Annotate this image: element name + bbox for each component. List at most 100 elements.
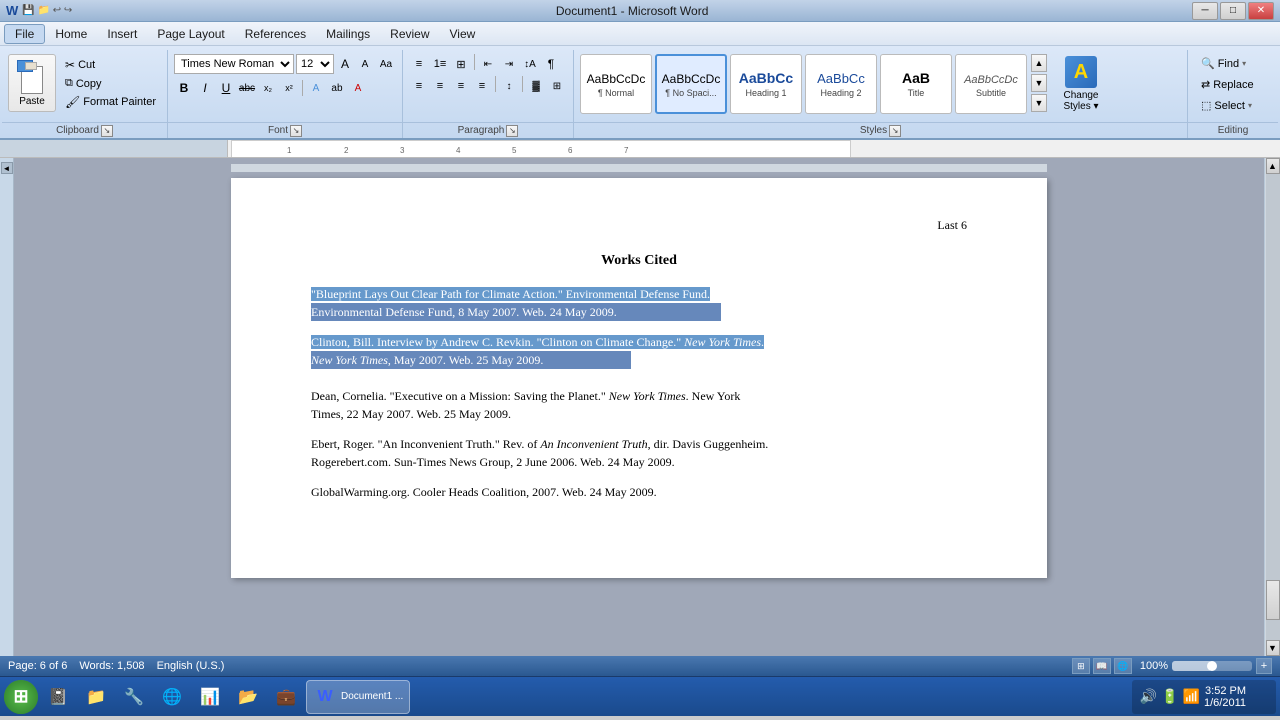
text-highlight-button[interactable]: ab <box>327 78 347 98</box>
clipboard-expand[interactable]: ↘ <box>101 125 113 137</box>
style-heading1[interactable]: AaBbCc Heading 1 <box>730 54 802 114</box>
tray-icon-1: 🔊 <box>1140 688 1157 705</box>
scroll-thumb[interactable] <box>1266 580 1280 620</box>
replace-icon: ⇄ <box>1201 78 1210 91</box>
taskbar-app-4[interactable]: 🌐 <box>154 680 190 714</box>
taskbar-app-1[interactable]: 📓 <box>40 680 76 714</box>
select-button[interactable]: ⬚ Select ▾ <box>1194 96 1259 115</box>
replace-button[interactable]: ⇄ Replace <box>1194 75 1261 94</box>
show-formatting-button[interactable]: ¶ <box>541 54 561 74</box>
bold-button[interactable]: B <box>174 78 194 98</box>
bullets-button[interactable]: ≡ <box>409 54 429 74</box>
find-button[interactable]: 🔍 Find ▾ <box>1194 54 1253 73</box>
taskbar-word-active[interactable]: W Document1 ... <box>306 680 410 714</box>
style-normal[interactable]: AaBbCcDc ¶ Normal <box>580 54 652 114</box>
justify-button[interactable]: ≡ <box>472 76 492 96</box>
font-shrink-button[interactable]: A <box>356 55 374 73</box>
menu-file[interactable]: File <box>4 24 45 44</box>
menu-mailings[interactable]: Mailings <box>316 25 380 43</box>
show-desktop-button[interactable] <box>1250 680 1268 714</box>
italic-button[interactable]: I <box>195 78 215 98</box>
borders-button[interactable]: ⊞ <box>547 76 567 96</box>
ribbon: Paste ✂ Cut ⧉ Copy 🖌 Format Painter <box>0 46 1280 140</box>
subscript-button[interactable]: x₂ <box>258 78 278 98</box>
menu-home[interactable]: Home <box>45 25 97 43</box>
font-size-select[interactable]: 12 <box>296 54 334 74</box>
font-expand[interactable]: ↘ <box>290 125 302 137</box>
align-right-button[interactable]: ≡ <box>451 76 471 96</box>
taskbar-icon-7: 💼 <box>274 685 298 709</box>
shading-button[interactable]: ▓ <box>526 76 546 96</box>
copy-button[interactable]: ⧉ Copy <box>60 75 161 92</box>
tray-icon-3: 📶 <box>1183 688 1200 705</box>
styles-scroll-up[interactable]: ▲ <box>1031 54 1047 72</box>
left-sidebar-toggle[interactable]: ◄ <box>1 162 13 174</box>
scroll-up-button[interactable]: ▲ <box>1266 158 1280 174</box>
cut-button[interactable]: ✂ Cut <box>60 56 161 74</box>
superscript-button[interactable]: x² <box>279 78 299 98</box>
close-button[interactable]: ✕ <box>1248 2 1274 20</box>
zoom-in-button[interactable]: + <box>1256 658 1272 674</box>
taskbar-app-2[interactable]: 📁 <box>78 680 114 714</box>
menu-view[interactable]: View <box>440 25 486 43</box>
scroll-down-button[interactable]: ▼ <box>1266 640 1280 656</box>
clear-format-button[interactable]: Aa <box>376 54 396 74</box>
status-bar: Page: 6 of 6 Words: 1,508 English (U.S.)… <box>0 656 1280 676</box>
styles-more[interactable]: ▼ <box>1031 94 1047 112</box>
vertical-scrollbar[interactable]: ▲ ▼ <box>1264 158 1280 656</box>
print-layout-button[interactable]: ⊞ <box>1072 658 1090 674</box>
decrease-indent-button[interactable]: ⇤ <box>478 54 498 74</box>
sort-button[interactable]: ↕A <box>520 54 540 74</box>
word-count-status: Words: 1,508 <box>79 660 144 672</box>
document-scroll-area[interactable]: Last 6 Works Cited "Blueprint Lays Out C… <box>14 158 1264 656</box>
align-left-button[interactable]: ≡ <box>409 76 429 96</box>
styles-group: AaBbCcDc ¶ Normal AaBbCcDc ¶ No Spaci...… <box>574 50 1188 138</box>
menu-insert[interactable]: Insert <box>97 25 147 43</box>
menu-bar: File Home Insert Page Layout References … <box>0 22 1280 46</box>
align-center-button[interactable]: ≡ <box>430 76 450 96</box>
menu-review[interactable]: Review <box>380 25 439 43</box>
title-bar-left: W 💾 📁 ↩ ↪ <box>6 3 72 18</box>
svg-text:6: 6 <box>568 146 573 155</box>
style-subtitle[interactable]: AaBbCcDc Subtitle <box>955 54 1027 114</box>
multilevel-button[interactable]: ⊞ <box>451 54 471 74</box>
svg-text:2: 2 <box>344 146 349 155</box>
styles-scroll-down[interactable]: ▼ <box>1031 74 1047 92</box>
start-button[interactable]: ⊞ <box>4 680 38 714</box>
styles-expand[interactable]: ↘ <box>889 125 901 137</box>
menu-references[interactable]: References <box>235 25 316 43</box>
taskbar-app-6[interactable]: 📂 <box>230 680 266 714</box>
svg-text:1: 1 <box>287 146 292 155</box>
paste-button[interactable]: Paste <box>8 54 56 112</box>
document-area: ◄ Last 6 Works Cited "Blueprint Lays Out… <box>0 158 1280 656</box>
style-heading2[interactable]: AaBbCc Heading 2 <box>805 54 877 114</box>
font-color-button[interactable]: A <box>348 78 368 98</box>
font-grow-button[interactable]: A <box>336 55 354 73</box>
zoom-slider[interactable] <box>1172 661 1252 671</box>
minimize-button[interactable]: ─ <box>1192 2 1218 20</box>
menu-page-layout[interactable]: Page Layout <box>147 25 234 43</box>
taskbar-app-3[interactable]: 🔧 <box>116 680 152 714</box>
style-no-spacing[interactable]: AaBbCcDc ¶ No Spaci... <box>655 54 727 114</box>
text-effects-button[interactable]: A <box>306 78 326 98</box>
numbering-button[interactable]: 1≡ <box>430 54 450 74</box>
maximize-button[interactable]: □ <box>1220 2 1246 20</box>
taskbar-app-5[interactable]: 📊 <box>192 680 228 714</box>
taskbar-app-7[interactable]: 💼 <box>268 680 304 714</box>
underline-button[interactable]: U <box>216 78 236 98</box>
copy-icon: ⧉ <box>65 77 73 90</box>
tray-icon-2: 🔋 <box>1161 688 1178 705</box>
web-layout-button[interactable]: 🌐 <box>1114 658 1132 674</box>
increase-indent-button[interactable]: ⇥ <box>499 54 519 74</box>
title-bar-title: Document1 - Microsoft Word <box>556 4 709 18</box>
format-painter-button[interactable]: 🖌 Format Painter <box>60 93 161 111</box>
strikethrough-button[interactable]: abc <box>237 78 257 98</box>
font-label: Font <box>268 125 288 136</box>
font-family-select[interactable]: Times New Roman <box>174 54 294 74</box>
full-reading-button[interactable]: 📖 <box>1093 658 1111 674</box>
line-spacing-button[interactable]: ↕ <box>499 76 519 96</box>
style-title[interactable]: AaB Title <box>880 54 952 114</box>
change-styles-button[interactable]: A ChangeStyles ▾ <box>1051 54 1111 114</box>
scroll-track[interactable] <box>1266 174 1280 640</box>
paragraph-expand[interactable]: ↘ <box>506 125 518 137</box>
